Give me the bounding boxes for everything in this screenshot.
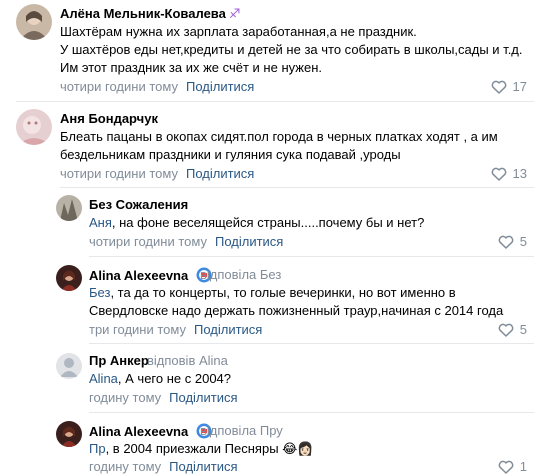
- mention-link[interactable]: Без: [89, 285, 110, 300]
- like-count: 5: [519, 234, 527, 249]
- avatar[interactable]: [56, 353, 82, 379]
- timestamp[interactable]: три години тому: [89, 322, 186, 337]
- reply-line: , в 2004 приезжали Песняры 😂👩🏻: [105, 441, 314, 456]
- author-name[interactable]: Alina Alexeevna: [89, 423, 212, 440]
- comment: Алёна Мельник-Ковалева ♐ Шахтёрам нужна и…: [0, 0, 550, 100]
- timestamp[interactable]: чотири години тому: [60, 79, 178, 94]
- replied-to[interactable]: відповів Alina: [147, 353, 228, 369]
- comment-text: Шахтёрам нужна их зарплата заработанная,…: [60, 23, 523, 77]
- divider: [89, 256, 534, 257]
- timestamp[interactable]: чотири години тому: [60, 166, 178, 181]
- avatar[interactable]: [16, 4, 52, 40]
- reply-line: , А чего не с 2004?: [117, 371, 232, 386]
- heart-icon: [498, 235, 514, 249]
- share-link[interactable]: Поділитися: [215, 234, 283, 249]
- share-link[interactable]: Поділитися: [186, 166, 254, 181]
- comment-line: Блеать пацаны в окопах сидят.пол города …: [60, 129, 498, 144]
- like-count: 17: [512, 79, 527, 94]
- reply-text: Пр, в 2004 приезжали Песняры 😂👩🏻: [89, 440, 314, 458]
- share-link[interactable]: Поділитися: [169, 390, 237, 405]
- share-link[interactable]: Поділитися: [169, 459, 237, 474]
- reply-meta: годину тому Поділитися: [89, 390, 238, 406]
- like-button[interactable]: 1: [498, 459, 527, 475]
- divider: [16, 101, 534, 102]
- avatar[interactable]: [16, 109, 52, 145]
- comment-meta: чотири години тому Поділитися: [60, 166, 254, 182]
- comment-meta: чотири години тому Поділитися: [60, 79, 254, 95]
- author-name[interactable]: Alina Alexeevna: [89, 267, 212, 284]
- like-button[interactable]: 13: [491, 166, 527, 182]
- reply: Пр Анкер відповів Alina Alina, А чего не…: [0, 348, 550, 408]
- like-count: 1: [519, 459, 527, 474]
- avatar[interactable]: [56, 421, 82, 447]
- divider: [60, 187, 534, 188]
- reply-text: Аня, на фоне веселящейся страны.....поче…: [89, 214, 424, 232]
- mention-link[interactable]: Аня: [89, 215, 112, 230]
- comment-line: Шахтёрам нужна их зарплата заработанная,…: [60, 24, 417, 39]
- reply: Alina Alexeevna відповіла Без Без, та да…: [0, 262, 550, 342]
- replied-to[interactable]: відповіла Пру: [200, 423, 283, 439]
- timestamp[interactable]: годину тому: [89, 459, 161, 474]
- mention-link[interactable]: Пр: [89, 441, 106, 456]
- share-link[interactable]: Поділитися: [194, 322, 262, 337]
- avatar[interactable]: [56, 265, 82, 291]
- like-button[interactable]: 5: [498, 234, 527, 250]
- reply-line: , та да то концерты, то голые вечеринки,…: [110, 285, 456, 300]
- reply: Alina Alexeevna відповіла Пру Пр, в 2004…: [0, 418, 550, 476]
- reply-meta: три години тому Поділитися: [89, 322, 262, 338]
- avatar[interactable]: [56, 195, 82, 221]
- heart-icon: [498, 460, 514, 474]
- like-button[interactable]: 5: [498, 322, 527, 338]
- reply-meta: годину тому Поділитися: [89, 459, 238, 475]
- reply: Без Сожаления Аня, на фоне веселящейся с…: [0, 192, 550, 252]
- reply-line: Свердловске надо держать пожизненный тра…: [89, 303, 504, 318]
- divider: [89, 343, 534, 344]
- like-count: 5: [519, 322, 527, 337]
- comment-text: Блеать пацаны в окопах сидят.пол города …: [60, 128, 498, 164]
- mention-link[interactable]: Alina: [89, 371, 118, 386]
- timestamp[interactable]: чотири години тому: [89, 234, 207, 249]
- heart-icon: [498, 323, 514, 337]
- divider: [89, 412, 534, 413]
- comment-line: Им этот праздник за их же счёт и не нуже…: [60, 60, 322, 75]
- author-name[interactable]: Алёна Мельник-Ковалева ♐: [60, 6, 241, 22]
- author-name[interactable]: Без Сожаления: [89, 197, 188, 213]
- comment-line: У шахтёров еды нет,кредиты и детей не за…: [60, 42, 523, 57]
- like-count: 13: [512, 166, 527, 181]
- like-button[interactable]: 17: [491, 79, 527, 95]
- reply-text: Без, та да то концерты, то голые вечерин…: [89, 284, 503, 320]
- comment: Аня Бондарчук Блеать пацаны в окопах сид…: [0, 105, 550, 185]
- reply-text: Alina, А чего не с 2004?: [89, 370, 231, 388]
- timestamp[interactable]: годину тому: [89, 390, 161, 405]
- replied-to[interactable]: відповіла Без: [200, 267, 281, 283]
- heart-icon: [491, 167, 506, 181]
- heart-icon: [491, 80, 506, 94]
- comment-line: бездельникам праздники и гуляния сука по…: [60, 147, 401, 162]
- reply-line: , на фоне веселящейся страны.....почему …: [111, 215, 425, 230]
- share-link[interactable]: Поділитися: [186, 79, 254, 94]
- author-name[interactable]: Пр Анкер: [89, 353, 149, 369]
- reply-meta: чотири години тому Поділитися: [89, 234, 283, 250]
- author-name[interactable]: Аня Бондарчук: [60, 111, 158, 127]
- sagittarius-emoji: ♐: [228, 6, 241, 21]
